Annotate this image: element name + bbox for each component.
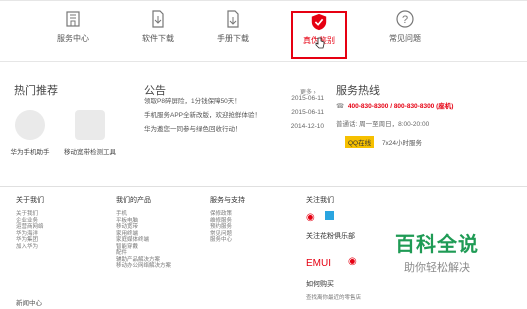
top-icon-bar: 服务中心 软件下载 手册下载 真伪鉴别 ? 常见问题 bbox=[0, 0, 527, 62]
service-center-link[interactable]: 服务中心 bbox=[38, 9, 108, 44]
software-download-label: 软件下载 bbox=[142, 34, 174, 43]
qq-service[interactable]: QQ在线 7x24小时服务 bbox=[345, 136, 422, 148]
hand-cursor-icon bbox=[315, 37, 325, 49]
hot-item-label: 华为手机助手 bbox=[10, 149, 50, 156]
authenticity-check-link[interactable]: 真伪鉴别 bbox=[291, 11, 347, 59]
hotline-title: 服务热线 bbox=[336, 85, 380, 97]
notice-row[interactable]: 领取P8碎屏险，1分钱保障50天！ 2015-06-11 bbox=[144, 95, 324, 109]
footer-col-title: 关注我们 bbox=[306, 197, 334, 204]
qq-text: 7x24小时服务 bbox=[381, 140, 423, 147]
svg-text:?: ? bbox=[402, 14, 408, 26]
notice-text: 华为邀您一同参与绿色回收行动！ bbox=[144, 126, 242, 133]
notice-list: 领取P8碎屏险，1分钱保障50天！ 2015-06-11 手机服务APP全新改版… bbox=[144, 95, 324, 137]
footer-col-title: 如何购买 bbox=[306, 281, 334, 288]
footer-col-title: 关注花粉俱乐部 bbox=[306, 233, 355, 240]
hot-item-phone-assistant[interactable]: 华为手机助手 bbox=[0, 110, 60, 156]
tencent-icon[interactable] bbox=[324, 211, 334, 220]
weibo-icon[interactable]: ◉ bbox=[306, 212, 315, 223]
hot-item-label: 移动宽带检测工具 bbox=[64, 149, 116, 156]
watermark: 百科全说 助你轻松解决 bbox=[372, 228, 502, 275]
watermark-subtitle: 助你轻松解决 bbox=[404, 262, 470, 274]
shield-check-icon bbox=[311, 13, 327, 31]
notice-row[interactable]: 手机服务APP全新改版，欢迎抢鲜体验！ 2015-06-11 bbox=[144, 109, 324, 123]
notice-text: 手机服务APP全新改版，欢迎抢鲜体验！ bbox=[144, 112, 262, 119]
footer-col-follow: 关注我们 ◉ bbox=[306, 195, 334, 223]
hotline-phone: ☎ 400-830-8300 / 800-830-8300 (座机) bbox=[336, 100, 453, 110]
download-doc-icon bbox=[152, 10, 164, 28]
hotline-phone-text: 400-830-8300 / 800-830-8300 (座机) bbox=[347, 103, 454, 110]
footer-link[interactable]: 运营商网络 bbox=[16, 224, 44, 231]
building-icon bbox=[66, 11, 80, 27]
notice-text: 领取P8碎屏险，1分钱保障50天！ bbox=[144, 98, 241, 105]
phone-assistant-icon bbox=[15, 110, 45, 140]
manual-download-icon bbox=[227, 10, 239, 28]
footer-link[interactable]: 查找离你最近的零售店 bbox=[306, 295, 361, 302]
manual-download-label: 手册下载 bbox=[217, 34, 249, 43]
phone-icon: ☎ bbox=[336, 103, 345, 110]
notice-row[interactable]: 华为邀您一同参与绿色回收行动！ 2014-12-10 bbox=[144, 123, 324, 137]
watermark-title: 百科全说 bbox=[395, 234, 479, 256]
qq-badge[interactable]: QQ在线 bbox=[345, 136, 375, 148]
hot-item-broadband-tool[interactable]: 移动宽带检测工具 bbox=[60, 110, 120, 156]
footer-col-products: 我们的产品 手机 平板电脑 移动宽带 家用终端 家庭媒体终端 智能穿戴 配件 辅… bbox=[116, 195, 171, 270]
broadband-tool-icon bbox=[75, 110, 105, 140]
footer-link[interactable]: 服务中心 bbox=[210, 237, 245, 244]
notice-date: 2014-12-10 bbox=[290, 123, 324, 130]
footer-col-title: 关于我们 bbox=[16, 197, 44, 204]
footer-col-fans: 关注花粉俱乐部 bbox=[306, 231, 355, 247]
footer-col-buy: 如何购买 查找离你最近的零售店 bbox=[306, 279, 361, 302]
hotline-hours: 普通话: 周一至周日，8:00-20:00 bbox=[336, 121, 430, 128]
manual-download-link[interactable]: 手册下载 bbox=[198, 9, 268, 44]
footer-col-title: 我们的产品 bbox=[116, 197, 151, 204]
footer-col-support: 服务与支持 保修政策 维修服务 预约服务 常见问题 服务中心 bbox=[210, 195, 245, 244]
question-icon: ? bbox=[396, 10, 414, 28]
notice-date: 2015-06-11 bbox=[291, 95, 324, 102]
notice-date: 2015-06-11 bbox=[291, 109, 324, 116]
weibo-icon[interactable]: ◉ bbox=[348, 256, 357, 267]
footer-link[interactable]: 移动办公网络解决方案 bbox=[116, 263, 171, 270]
footer-col-about: 关于我们 关于我们 企业业务 运营商网络 华为海洋 华为集团 加入华为 bbox=[16, 195, 44, 250]
software-download-link[interactable]: 软件下载 bbox=[123, 9, 193, 44]
footer-link[interactable]: 加入华为 bbox=[16, 244, 44, 251]
hot-title: 热门推荐 bbox=[14, 85, 58, 97]
emui-logo[interactable]: EMUI bbox=[306, 258, 331, 269]
footer-col-title: 服务与支持 bbox=[210, 197, 245, 204]
service-center-label: 服务中心 bbox=[57, 34, 89, 43]
faq-label: 常见问题 bbox=[389, 34, 421, 43]
news-center[interactable]: 新闻中心 bbox=[16, 297, 42, 307]
faq-link[interactable]: ? 常见问题 bbox=[370, 9, 440, 44]
